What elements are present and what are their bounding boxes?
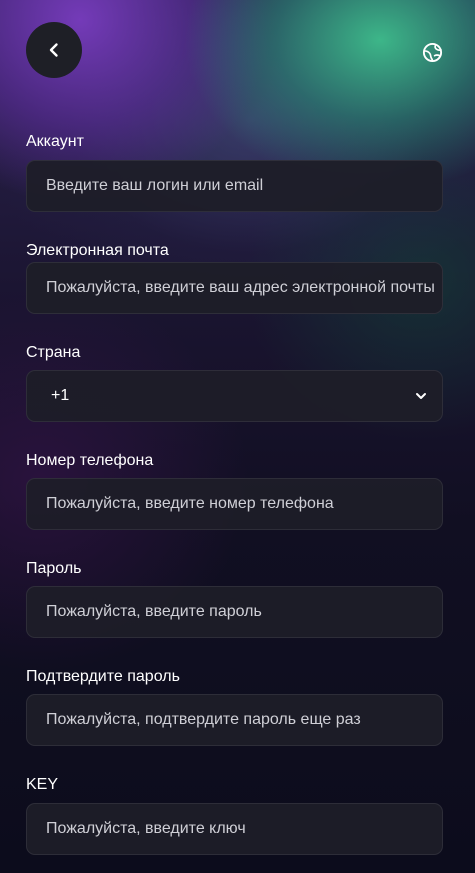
country-code-value: +1: [51, 387, 70, 404]
phone-field[interactable]: [26, 478, 443, 530]
globe-icon: [422, 42, 442, 62]
account-input[interactable]: [46, 177, 442, 195]
back-button[interactable]: [26, 22, 82, 78]
phone-label: Номер телефона: [26, 452, 154, 469]
confirm-password-input[interactable]: [46, 711, 442, 729]
chevron-down-icon: [416, 393, 426, 399]
password-input[interactable]: [46, 603, 442, 621]
key-label: KEY: [26, 776, 59, 793]
confirm-password-field[interactable]: [26, 694, 443, 746]
email-label: Электронная почта: [26, 242, 169, 259]
phone-input[interactable]: [46, 495, 442, 513]
account-field[interactable]: [26, 160, 443, 212]
key-field[interactable]: [26, 803, 443, 855]
password-field[interactable]: [26, 586, 443, 638]
register-page: Аккаунт Электронная почта Страна +1 Номе…: [0, 0, 475, 873]
password-label: Пароль: [26, 560, 82, 577]
confirm-password-label: Подтвердите пароль: [26, 668, 180, 685]
email-input[interactable]: [46, 279, 442, 297]
language-button[interactable]: [421, 41, 443, 63]
key-input[interactable]: [46, 820, 442, 838]
country-select[interactable]: +1: [26, 370, 443, 422]
email-field[interactable]: [26, 262, 443, 314]
country-label: Страна: [26, 344, 81, 361]
account-label: Аккаунт: [26, 133, 84, 150]
chevron-left-icon: [49, 43, 58, 57]
